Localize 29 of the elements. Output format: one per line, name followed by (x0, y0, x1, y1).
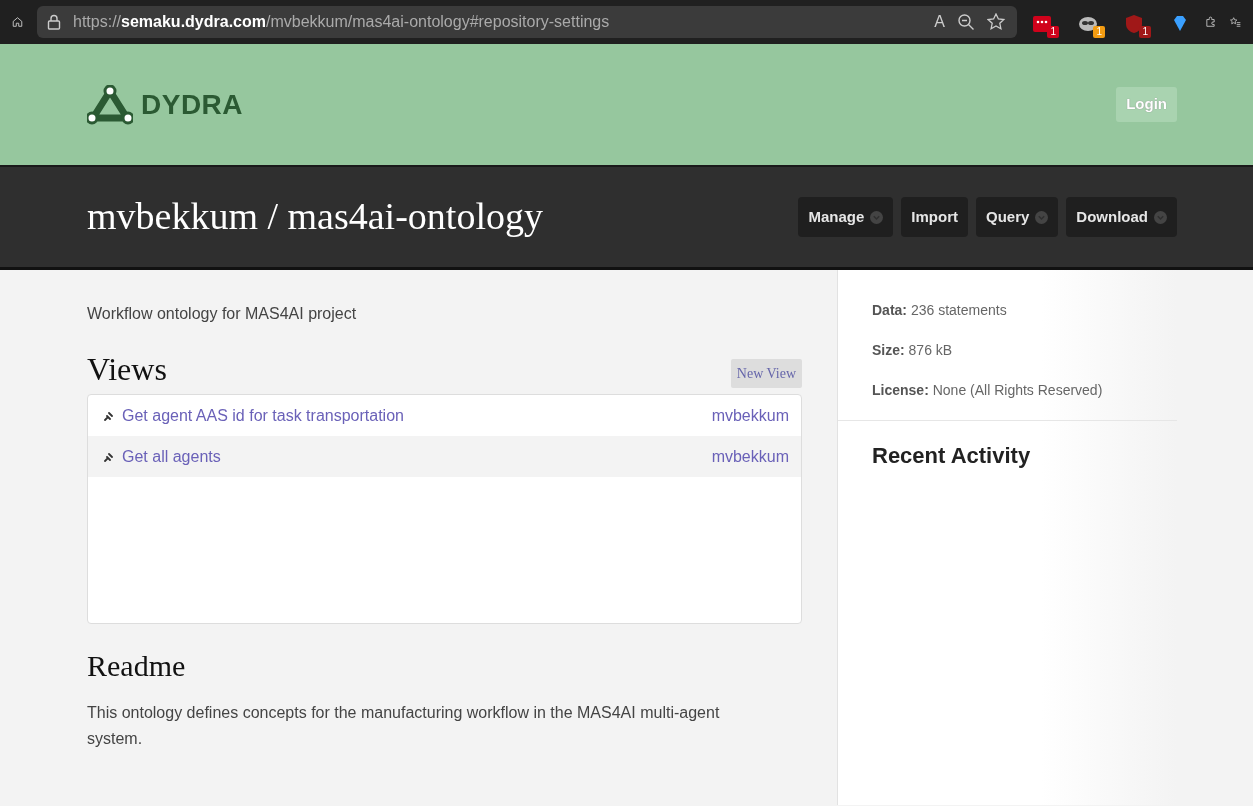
owner-link[interactable]: mvbekkum (711, 403, 789, 428)
url-text: https://semaku.dydra.com/mvbekkum/mas4ai-ontology#repository-settings (73, 12, 611, 32)
logo-text: DYDRA (141, 87, 244, 122)
view-link[interactable]: Get all agents (122, 444, 221, 469)
readme-text: This ontology defines concepts for the manufacturing workflow in the MAS4AI multi-agent system. (87, 703, 721, 749)
dropdown-button[interactable]: Download (1066, 196, 1177, 238)
section-heading: Views (87, 350, 167, 389)
lock-icon (47, 14, 61, 30)
dropdown-button[interactable]: Query (975, 196, 1059, 238)
repository-title: mvbekkum / mas4ai-ontology (87, 194, 543, 240)
stat-text: License: None (All Rights Reserved) (872, 381, 1104, 400)
owner-link[interactable]: mvbekkum (711, 444, 789, 469)
favorite-star-icon[interactable] (987, 13, 1007, 31)
address-bar[interactable]: https://semaku.dydra.com/mvbekkum/mas4ai-ontology#repository-settings A (37, 6, 1017, 38)
extension-badge: 1 (1093, 26, 1105, 38)
read-aloud-icon[interactable]: A (934, 10, 945, 34)
new-view-button[interactable]: New View (730, 359, 802, 389)
stat-text: Size: 876 kB (872, 341, 954, 360)
import-button[interactable]: Import (901, 196, 968, 238)
view-link[interactable]: Get agent AAS id for task transportation (122, 403, 404, 428)
extension-badge: 1 (1139, 26, 1151, 38)
repository-description: Workflow ontology for MAS4AI project (87, 304, 358, 324)
dropdown-button[interactable]: Manage (798, 196, 894, 238)
section-heading: Recent Activity (872, 442, 1032, 470)
logo-icon (87, 84, 133, 125)
section-heading: Readme (87, 648, 187, 685)
zoom-out-icon[interactable] (957, 13, 975, 31)
stat-text: Data: 236 statements (872, 301, 1008, 320)
extension-badge: 1 (1047, 26, 1059, 38)
